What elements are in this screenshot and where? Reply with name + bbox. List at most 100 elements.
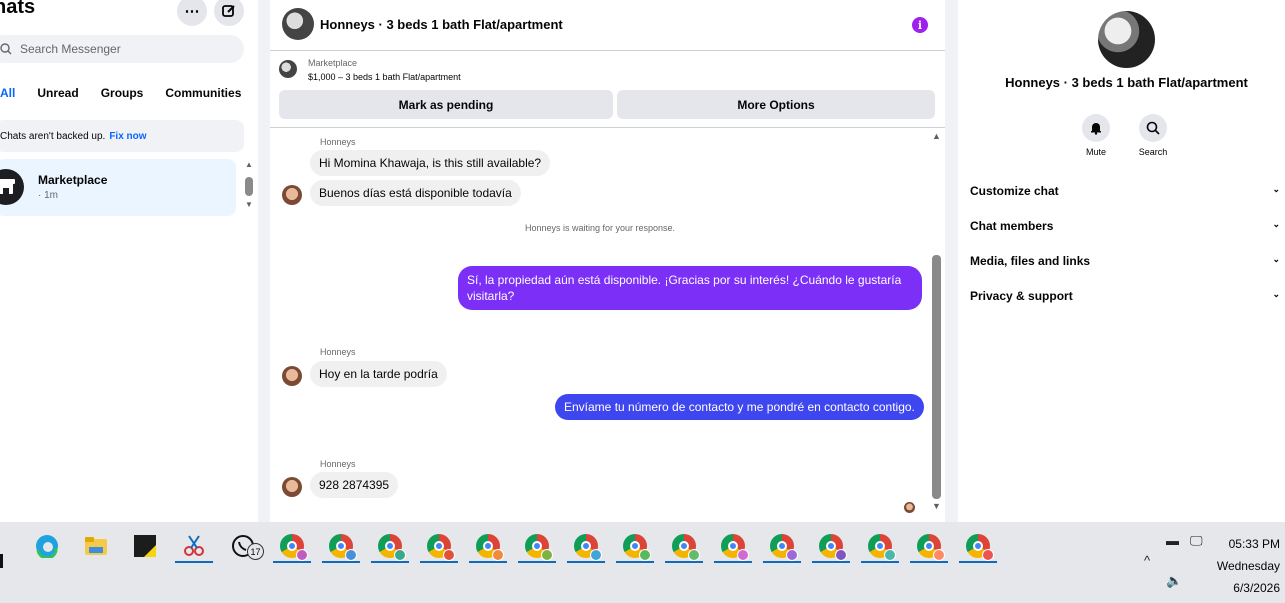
sender-avatar[interactable]: [282, 477, 302, 497]
message-sender: Honneys: [320, 137, 356, 147]
new-message-button[interactable]: [214, 0, 244, 26]
more-options-listing-button[interactable]: More Options: [617, 90, 935, 119]
tab-communities[interactable]: Communities: [157, 84, 249, 102]
sender-avatar[interactable]: [282, 366, 302, 386]
sidebar-scroll-thumb[interactable]: [245, 177, 253, 196]
system-notice: Honneys is waiting for your response.: [524, 223, 676, 233]
active-indicator: [812, 561, 850, 563]
incoming-message[interactable]: Buenos días está disponible todavía: [310, 180, 521, 206]
snipping-tool-icon: [184, 535, 204, 556]
search-in-chat-button[interactable]: Search: [1133, 114, 1173, 157]
taskbar-chrome-profile[interactable]: [664, 530, 704, 563]
mute-button[interactable]: Mute: [1076, 114, 1116, 157]
taskbar-chrome-profile[interactable]: [517, 530, 557, 563]
chevron-down-icon: ⌄: [1272, 254, 1280, 264]
mark-as-pending-button[interactable]: Mark as pending: [279, 90, 613, 119]
chat-list-item-marketplace[interactable]: Marketplace · 1m: [0, 159, 236, 216]
tab-unread[interactable]: Unread: [29, 84, 86, 102]
message-sender: Honneys: [320, 459, 356, 469]
start-button[interactable]: [0, 554, 3, 568]
search-label: Search: [1138, 147, 1168, 157]
scroll-down-arrow-icon[interactable]: ▼: [245, 200, 253, 209]
outgoing-message[interactable]: Envíame tu número de contacto y me pondr…: [555, 394, 924, 420]
chrome-icon: [476, 534, 504, 561]
media-files-links-row[interactable]: Media, files and links ⌄: [970, 254, 1280, 268]
clock[interactable]: 05:33 PM Wednesday 6/3/2026: [1196, 533, 1280, 599]
info-icon[interactable]: i: [912, 17, 928, 33]
conversation-title[interactable]: Honneys · 3 beds 1 bath Flat/apartment: [320, 17, 563, 32]
scroll-up-arrow-icon[interactable]: ▲: [245, 160, 253, 169]
tab-all[interactable]: All: [0, 84, 23, 102]
volume-icon[interactable]: 🔈: [1166, 573, 1182, 589]
taskbar-chrome-profile[interactable]: [713, 530, 753, 563]
mute-label: Mute: [1085, 147, 1106, 157]
listing-thumbnail[interactable]: [279, 60, 297, 78]
search-input[interactable]: [20, 42, 220, 56]
taskbar-chrome-profile[interactable]: [958, 530, 998, 563]
taskbar-chrome-profile[interactable]: [615, 530, 655, 563]
backup-notice: Chats aren't backed up. Fix now: [0, 120, 244, 152]
taskbar-file-explorer[interactable]: [76, 530, 116, 562]
search-icon: [0, 43, 12, 55]
taskbar-chrome-profile[interactable]: [860, 530, 900, 563]
section-label: Media, files and links: [970, 254, 1091, 268]
chevron-down-icon: ⌄: [1272, 219, 1280, 229]
sidebar-scrollbar[interactable]: ▲ ▼: [244, 160, 256, 212]
conversation-scroll-thumb[interactable]: [932, 255, 941, 499]
conversation-panel: Honneys · 3 beds 1 bath Flat/apartment i…: [270, 0, 945, 522]
taskbar-sticky-notes[interactable]: [125, 530, 165, 562]
taskbar-whatsapp[interactable]: 17: [223, 530, 264, 562]
notification-badge: 17: [247, 543, 264, 560]
clock-time: 05:33 PM: [1228, 537, 1280, 551]
listing-avatar[interactable]: [282, 8, 314, 40]
details-avatar[interactable]: [1098, 11, 1155, 68]
taskbar-chrome-profile[interactable]: [468, 530, 508, 563]
chat-members-row[interactable]: Chat members ⌄: [970, 219, 1280, 233]
privacy-support-row[interactable]: Privacy & support ⌄: [970, 289, 1280, 303]
message-thread: Honneys Hi Momina Khawaja, is this still…: [270, 128, 945, 522]
storefront-icon: [0, 179, 15, 194]
bell-icon: [1091, 123, 1101, 135]
taskbar-chrome-profile[interactable]: [321, 530, 361, 563]
chrome-icon: [329, 534, 357, 561]
details-title: Honneys · 3 beds 1 bath Flat/apartment: [1005, 75, 1248, 90]
chrome-icon: [280, 534, 308, 561]
taskbar-chrome-profile[interactable]: [762, 530, 802, 563]
chevron-down-icon: ⌄: [1272, 184, 1280, 194]
tab-groups[interactable]: Groups: [93, 84, 152, 102]
show-hidden-icons-chevron-icon[interactable]: ^: [1144, 553, 1150, 568]
compose-icon: [222, 5, 235, 17]
listing-summary[interactable]: $1,000 – 3 beds 1 bath Flat/apartment: [308, 72, 461, 82]
edge-icon: [36, 535, 58, 558]
search-bar[interactable]: [0, 35, 244, 63]
chrome-icon: [966, 534, 994, 561]
incoming-message[interactable]: 928 2874395: [310, 472, 399, 498]
marketplace-avatar: [0, 169, 24, 205]
outgoing-message[interactable]: Sí, la propiedad aún está disponible. ¡G…: [458, 266, 922, 310]
taskbar-edge[interactable]: [27, 530, 67, 562]
chrome-icon: [525, 534, 553, 561]
scroll-up-arrow-icon[interactable]: ▲: [932, 131, 941, 141]
battery-icon[interactable]: ▬: [1166, 533, 1179, 548]
chrome-icon: [770, 534, 798, 561]
more-options-button[interactable]: ⋯: [177, 0, 207, 26]
read-receipt-avatar: [904, 502, 915, 513]
sender-avatar[interactable]: [282, 185, 302, 205]
taskbar-chrome-profile[interactable]: [272, 530, 312, 563]
chat-time: · 1m: [38, 190, 58, 201]
section-label: Chat members: [970, 219, 1054, 233]
taskbar-chrome-profile[interactable]: [811, 530, 851, 563]
scroll-down-arrow-icon[interactable]: ▼: [932, 501, 941, 511]
windows-taskbar: 17 ^ ▬ 🖵 🔈 05:33 PM Wednesday 6/3/2026: [0, 522, 1285, 603]
taskbar-snipping-tool[interactable]: [174, 530, 214, 563]
incoming-message[interactable]: Hoy en la tarde podría: [310, 361, 447, 387]
taskbar-chrome-profile[interactable]: [419, 530, 459, 563]
active-indicator: [420, 561, 458, 563]
fix-now-link[interactable]: Fix now: [109, 131, 146, 142]
taskbar-chrome-profile[interactable]: [909, 530, 949, 563]
taskbar-chrome-profile[interactable]: [566, 530, 606, 563]
taskbar-chrome-profile[interactable]: [370, 530, 410, 563]
chrome-icon: [868, 534, 896, 561]
incoming-message[interactable]: Hi Momina Khawaja, is this still availab…: [310, 150, 551, 176]
customize-chat-row[interactable]: Customize chat ⌄: [970, 184, 1280, 198]
